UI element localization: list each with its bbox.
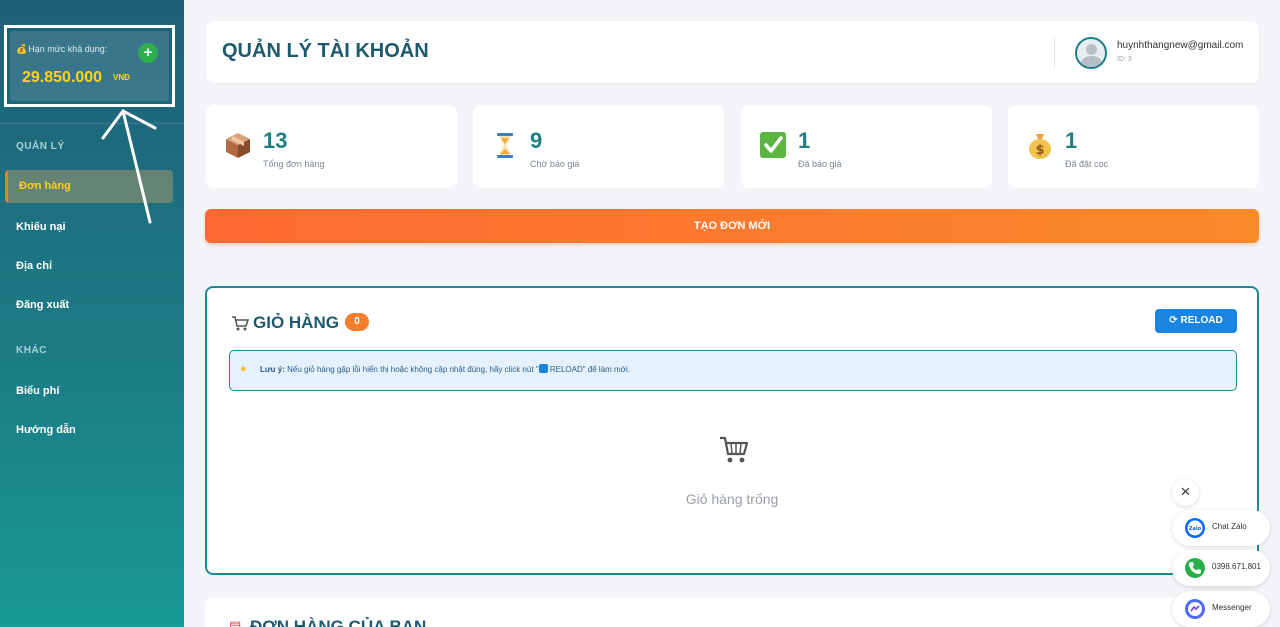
avatar[interactable]	[1075, 37, 1107, 69]
clipboard-icon: ▤	[229, 618, 242, 627]
orders-panel: ▤ ĐƠN HÀNG CỦA BẠN	[205, 597, 1259, 627]
stat-card-deposited: $ 1 Đã đặt cọc	[1008, 105, 1259, 188]
contact-label: 0398.671.801	[1212, 562, 1261, 571]
sidebar: 💰Hạn mức khả dụng: 29.850.000 VNĐ + QUẢN…	[0, 0, 184, 627]
cart-count-badge: 0	[345, 313, 369, 331]
annotation-arrow	[101, 109, 157, 224]
stat-value: 1	[798, 128, 811, 153]
cart-notice: ● Lưu ý: Nếu giỏ hàng gặp lỗi hiển thị h…	[229, 350, 1237, 391]
page-title: QUẢN LÝ TÀI KHOẢN	[222, 40, 429, 62]
refresh-icon: ⟳	[1169, 315, 1181, 326]
refresh-icon	[538, 364, 548, 373]
user-id: ID: 3	[1117, 56, 1132, 63]
phone-icon	[1185, 558, 1205, 578]
money-bag-icon: 💰	[16, 44, 28, 54]
notice-body: Nếu giỏ hàng gặp lỗi hiển thị hoặc không…	[287, 365, 539, 374]
credit-card: 💰Hạn mức khả dụng: 29.850.000 VNĐ +	[10, 31, 169, 101]
stat-label: Chờ báo giá	[530, 159, 580, 169]
contact-label: Chat Zalo	[1212, 522, 1247, 531]
stat-value: 1	[1065, 128, 1078, 153]
credit-value: 29.850.000	[22, 69, 103, 86]
create-order-button[interactable]: TẠO ĐƠN MỚI	[205, 209, 1259, 243]
package-icon	[226, 133, 250, 158]
reload-button-label: RELOAD	[1180, 315, 1223, 326]
sidebar-item-guide[interactable]: Hướng dẫn	[16, 424, 76, 436]
section-heading-manage: QUẢN LÝ	[16, 141, 65, 152]
stat-label: Tổng đơn hàng	[263, 159, 325, 169]
sidebar-item-complaints[interactable]: Khiếu nại	[16, 221, 66, 233]
svg-text:$: $	[1035, 143, 1044, 158]
notice-prefix: Lưu ý:	[260, 365, 285, 374]
cart-panel: GIỎ HÀNG 0 ⟳ RELOAD ● Lưu ý: Nếu giỏ hàn…	[205, 286, 1259, 575]
messenger-icon	[1185, 599, 1205, 619]
stat-value: 9	[530, 128, 543, 153]
stat-label: Đã đặt cọc	[1065, 159, 1109, 169]
user-email: huynhthangnew@gmail.com	[1117, 40, 1244, 51]
hourglass-icon	[497, 133, 513, 158]
credit-label: Hạn mức khả dụng:	[28, 44, 108, 54]
checkmark-icon	[760, 132, 786, 158]
messenger-button[interactable]: Messenger	[1172, 591, 1270, 627]
stat-value: 13	[263, 128, 288, 153]
close-contacts-button[interactable]: ×	[1172, 479, 1199, 506]
orders-title: ĐƠN HÀNG CỦA BẠN	[250, 617, 427, 627]
svg-text:Zalo: Zalo	[1189, 526, 1202, 532]
empty-cart-icon	[720, 436, 749, 463]
section-heading-other: KHÁC	[16, 345, 47, 356]
notice-reload: RELOAD	[549, 365, 583, 374]
sidebar-item-logout[interactable]: Đăng xuất	[16, 299, 69, 311]
reload-button[interactable]: ⟳ RELOAD	[1155, 309, 1237, 333]
credit-unit: VNĐ	[113, 73, 130, 82]
zalo-icon: Zalo	[1185, 518, 1205, 538]
money-bag-icon: $	[1029, 134, 1051, 159]
sidebar-item-address[interactable]: Địa chỉ	[16, 260, 52, 272]
stat-card-quoted: 1 Đã báo giá	[741, 105, 992, 188]
empty-cart-message: Giỏ hàng trống	[685, 491, 779, 507]
page-header: QUẢN LÝ TÀI KHOẢN huynhthangnew@gmail.co…	[206, 21, 1259, 83]
contact-label: Messenger	[1212, 603, 1252, 612]
sidebar-item-fees[interactable]: Biểu phí	[16, 385, 59, 397]
cart-title: GIỎ HÀNG	[253, 313, 339, 332]
lightbulb-icon: ●	[240, 363, 247, 375]
stat-label: Đã báo giá	[798, 159, 842, 169]
stat-card-total-orders: 13 Tổng đơn hàng	[206, 105, 457, 188]
header-divider	[1054, 37, 1055, 69]
call-phone-button[interactable]: 0398.671.801	[1172, 550, 1270, 586]
cart-icon	[232, 316, 249, 331]
notice-suffix: " để làm mới.	[582, 365, 630, 374]
add-credit-button[interactable]: +	[138, 43, 158, 63]
chat-zalo-button[interactable]: Zalo Chat Zalo	[1172, 510, 1270, 546]
credit-highlight-box: 💰Hạn mức khả dụng: 29.850.000 VNĐ +	[4, 25, 175, 107]
stat-card-awaiting-quote: 9 Chờ báo giá	[473, 105, 724, 188]
